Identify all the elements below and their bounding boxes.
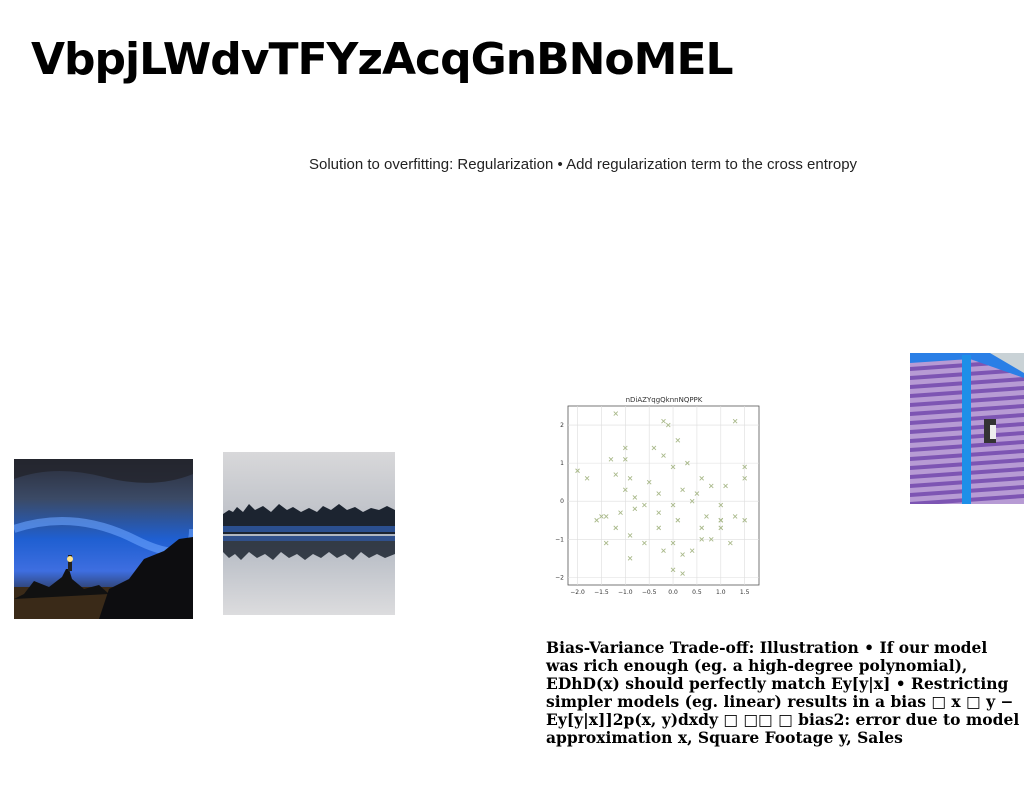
x-tick-label: −1.0 [618,589,633,596]
y-tick-label: −1 [555,536,564,543]
plot-area [567,405,760,586]
x-tick-label: 0.5 [692,589,702,596]
lighthouse-night-image [14,459,193,619]
slide-subtitle: Solution to overfitting: Regularization … [309,156,858,173]
x-tick-label: 0.0 [668,589,678,596]
scatter-chart: nDiAZYqgQknnNQPPK −2.0 −1.5 −1.0 −0.5 0.0 0.5… [545,392,765,602]
x-tick-label: −2.0 [570,589,585,596]
purple-building-image [910,353,1024,504]
x-tick-label: 1.0 [716,589,726,596]
x-tick-label: −0.5 [642,589,657,596]
x-tick-label: 1.5 [740,589,750,596]
y-tick-label: 0 [560,498,564,505]
forest-lake-image [223,452,395,615]
x-tick-label: −1.5 [594,589,609,596]
y-tick-label: −2 [555,574,564,581]
scatter-chart-svg: nDiAZYqgQknnNQPPK −2.0 −1.5 −1.0 −0.5 0.0 0.5… [555,396,760,596]
slide-title: VbpjLWdvTFYzAcqGnBNoMEL [31,34,734,85]
y-tick-label: 1 [560,460,564,467]
y-tick-label: 2 [560,422,564,429]
body-text: Bias-Variance Trade-off: Illustration • … [546,638,1020,747]
chart-title: nDiAZYqgQknnNQPPK [626,396,703,404]
